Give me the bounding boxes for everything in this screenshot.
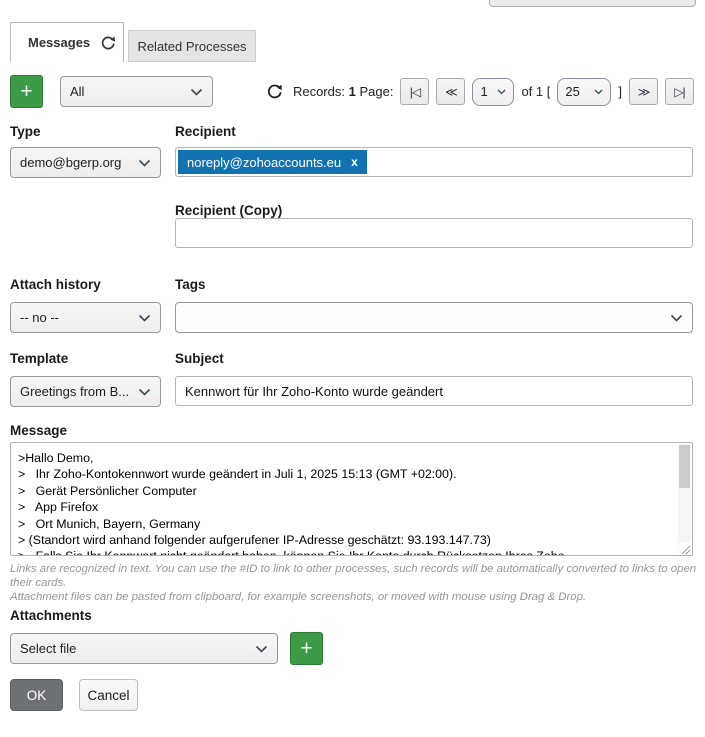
subject-value: Kennwort für Ihr Zoho-Konto wurde geände… <box>185 384 443 399</box>
tab-related-processes[interactable]: Related Processes <box>128 30 256 62</box>
recipient-copy-input[interactable] <box>175 218 693 248</box>
ok-button[interactable]: OK <box>10 679 63 711</box>
recipient-label: Recipient <box>175 124 236 139</box>
chevron-down-icon <box>138 159 151 167</box>
cancel-button[interactable]: Cancel <box>79 679 138 711</box>
template-value: Greetings from B... <box>20 384 129 399</box>
last-page-icon: ▷| <box>674 85 684 99</box>
top-partial-select[interactable] <box>489 0 696 7</box>
chevron-down-icon <box>497 89 506 95</box>
recipient-chip: noreply@zohoaccounts.eu x <box>178 150 367 174</box>
plus-icon: + <box>20 81 32 102</box>
records-summary: Records: 1 Page: <box>293 84 394 99</box>
cancel-button-label: Cancel <box>87 688 129 703</box>
page-size-select[interactable]: 25 <box>557 78 611 106</box>
type-value: demo@bgerp.org <box>20 155 121 170</box>
help-text: Links are recognized in text. You can us… <box>10 562 702 604</box>
attach-history-select[interactable]: -- no -- <box>10 302 161 333</box>
page-size-value: 25 <box>565 84 579 99</box>
page-of-label: of 1 [ <box>521 84 550 99</box>
refresh-icon[interactable] <box>100 35 116 51</box>
template-select[interactable]: Greetings from B... <box>10 376 161 407</box>
help-text-line1: Links are recognized in text. You can us… <box>10 562 702 590</box>
attachment-file-value: Select file <box>20 641 76 656</box>
recipient-chip-value: noreply@zohoaccounts.eu <box>187 155 341 170</box>
records-label: Records: <box>293 84 345 99</box>
bracket-close: ] <box>618 84 622 99</box>
recipient-input[interactable]: noreply@zohoaccounts.eu x <box>175 147 693 177</box>
help-text-line2: Attachment files can be pasted from clip… <box>10 590 702 604</box>
pagination-bar: Records: 1 Page: |◁ ≪ 1 of 1 [ 25 ] ≫ <box>266 76 694 107</box>
prev-page-icon: ≪ <box>445 85 457 99</box>
last-page-button[interactable]: ▷| <box>665 78 694 105</box>
tab-messages-label: Messages <box>28 35 90 50</box>
chevron-down-icon <box>670 314 683 322</box>
resize-grip-icon[interactable] <box>679 542 691 554</box>
message-label: Message <box>10 423 67 438</box>
page-number-value: 1 <box>480 84 487 99</box>
subject-input[interactable]: Kennwort für Ihr Zoho-Konto wurde geände… <box>175 376 693 406</box>
attachments-label: Attachments <box>10 608 92 623</box>
chevron-down-icon <box>190 88 203 96</box>
subject-label: Subject <box>175 351 224 366</box>
ok-button-label: OK <box>27 688 47 703</box>
attach-history-value: -- no -- <box>20 310 59 325</box>
tab-related-label: Related Processes <box>137 39 246 54</box>
attach-history-label: Attach history <box>10 277 101 292</box>
chevron-down-icon <box>255 645 268 653</box>
add-message-button[interactable]: + <box>10 75 43 108</box>
template-label: Template <box>10 351 68 366</box>
tags-label: Tags <box>175 277 206 292</box>
scrollbar-thumb[interactable] <box>679 445 690 488</box>
chevron-down-icon <box>138 388 151 396</box>
add-attachment-button[interactable]: + <box>290 632 323 665</box>
chevron-down-icon <box>138 314 151 322</box>
type-label: Type <box>10 124 41 139</box>
attachment-file-select[interactable]: Select file <box>10 633 278 664</box>
page-label: Page: <box>359 84 393 99</box>
message-form-page: Messages Related Processes + All Records… <box>0 0 705 737</box>
refresh-icon[interactable] <box>266 83 283 100</box>
message-textarea[interactable]: >Hallo Demo, > Ihr Zoho-Kontokennwort wu… <box>10 442 693 556</box>
filter-value: All <box>70 84 84 99</box>
next-page-icon: ≫ <box>638 85 650 99</box>
message-text: >Hallo Demo, > Ihr Zoho-Kontokennwort wu… <box>11 443 676 555</box>
first-page-button[interactable]: |◁ <box>400 78 429 105</box>
chevron-down-icon <box>594 89 603 95</box>
page-number-select[interactable]: 1 <box>472 78 514 106</box>
chip-remove-icon[interactable]: x <box>351 155 358 169</box>
prev-page-button[interactable]: ≪ <box>436 78 465 105</box>
tags-select[interactable] <box>175 302 693 333</box>
next-page-button[interactable]: ≫ <box>629 78 658 105</box>
type-select[interactable]: demo@bgerp.org <box>10 147 161 178</box>
plus-icon: + <box>300 638 312 659</box>
first-page-icon: |◁ <box>410 85 420 99</box>
recipient-copy-label: Recipient (Copy) <box>175 203 282 218</box>
filter-select[interactable]: All <box>60 76 213 107</box>
tab-messages[interactable]: Messages <box>10 22 124 62</box>
records-count: 1 <box>349 84 356 99</box>
message-scrollbar[interactable] <box>678 444 691 554</box>
